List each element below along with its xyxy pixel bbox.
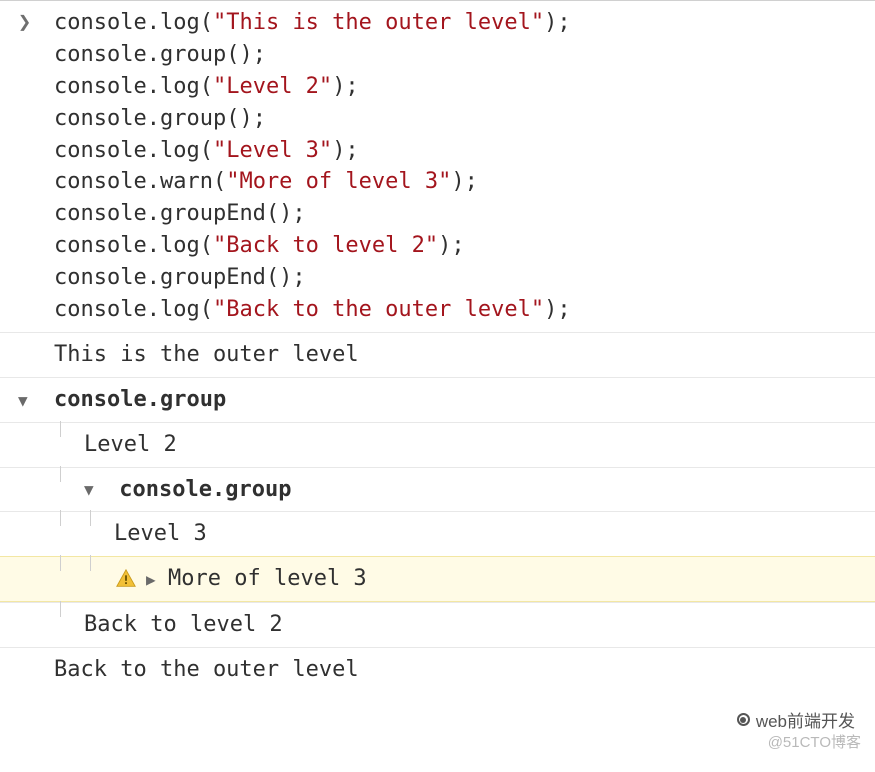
log-message: Level 2 — [84, 429, 875, 461]
warning-icon — [114, 567, 138, 591]
code-line: console.groupEnd(); — [54, 262, 875, 294]
log-message: This is the outer level — [50, 339, 875, 371]
code-line: console.log("Level 3"); — [54, 135, 875, 167]
watermark-51cto: @51CTO博客 — [768, 731, 861, 752]
console-input-code[interactable]: console.log("This is the outer level");c… — [50, 7, 875, 326]
code-line: console.log("Back to the outer level"); — [54, 294, 875, 326]
log-row-back-outer: Back to the outer level — [0, 647, 875, 692]
log-message: Back to level 2 — [84, 609, 875, 641]
wechat-icon — [737, 713, 750, 726]
log-row-outer: This is the outer level — [0, 332, 875, 377]
code-line: console.group(); — [54, 39, 875, 71]
console-panel: ❯ console.log("This is the outer level")… — [0, 0, 875, 772]
warn-message: More of level 3 — [168, 563, 367, 595]
code-line: console.log("Level 2"); — [54, 71, 875, 103]
log-message: Back to the outer level — [50, 654, 875, 686]
console-input-row: ❯ console.log("This is the outer level")… — [0, 0, 875, 332]
log-row-back2: Back to level 2 — [0, 602, 875, 647]
code-line: console.warn("More of level 3"); — [54, 166, 875, 198]
log-row-level3: Level 3 — [0, 511, 875, 556]
disclosure-triangle-icon[interactable] — [146, 568, 164, 591]
disclosure-triangle-icon[interactable] — [8, 384, 50, 416]
code-line: console.log("This is the outer level"); — [54, 7, 875, 39]
group1-header-row[interactable]: console.group — [0, 377, 875, 422]
log-message: Level 3 — [114, 518, 875, 550]
input-prompt-icon: ❯ — [8, 7, 50, 39]
group2-label: console.group — [119, 477, 291, 502]
code-line: console.group(); — [54, 103, 875, 135]
log-row-level2: Level 2 — [0, 422, 875, 467]
warn-row[interactable]: More of level 3 — [0, 556, 875, 602]
group2-header-row[interactable]: console.group — [0, 467, 875, 512]
code-line: console.groupEnd(); — [54, 198, 875, 230]
disclosure-triangle-icon[interactable] — [84, 478, 102, 501]
code-line: console.log("Back to level 2"); — [54, 230, 875, 262]
watermark-wechat: web前端开发 — [737, 707, 855, 732]
group1-label: console.group — [54, 384, 875, 416]
